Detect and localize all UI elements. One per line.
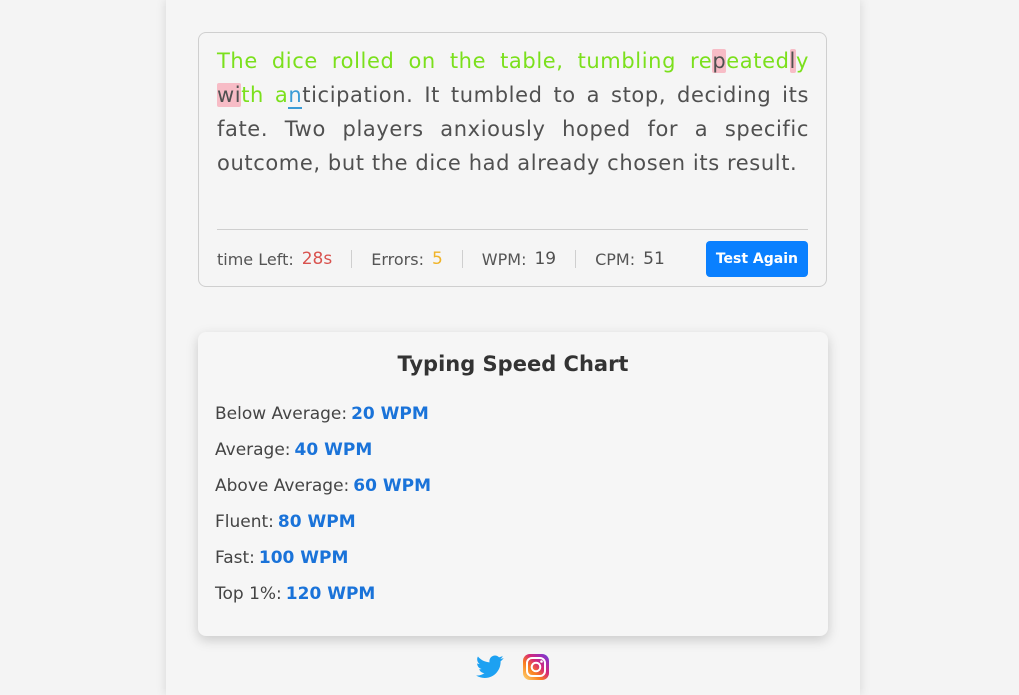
time-left-stat: time Left: 28s <box>217 249 332 269</box>
errors-stat: Errors: 5 <box>371 249 443 269</box>
text-segment-correct: The dice rolled on the table, tumbling r… <box>217 49 713 73</box>
chart-title: Typing Speed Chart <box>397 352 629 376</box>
speed-level-label: Fluent: <box>215 512 274 532</box>
wpm-label: WPM: <box>481 249 527 269</box>
text-segment-wrong: l <box>789 49 796 73</box>
social-links <box>166 653 860 681</box>
text-segment-correct: y <box>795 49 809 73</box>
stats-bar: time Left: 28s Errors: 5 WPM: 19 CPM: 51… <box>217 241 808 277</box>
speed-level-value: 100 WPM <box>258 548 349 568</box>
text-segment-pending: ticipation. It tumbled to a stop, decidi… <box>217 83 809 175</box>
errors-label: Errors: <box>371 249 424 269</box>
text-segment-active: n <box>288 83 303 109</box>
cpm-value: 51 <box>643 249 665 269</box>
speed-level-label: Average: <box>215 440 291 460</box>
speed-level-value: 120 WPM <box>285 584 376 604</box>
speed-level-label: Fast: <box>215 548 255 568</box>
text-segment-wrong: p <box>712 49 727 73</box>
divider <box>217 229 808 230</box>
typing-speed-chart: Typing Speed Chart Below Average: 20 WPM … <box>198 332 828 636</box>
twitter-icon[interactable] <box>476 653 504 681</box>
speed-level-value: 20 WPM <box>351 404 429 424</box>
cpm-label: CPM: <box>595 249 636 269</box>
stat-separator <box>575 250 577 268</box>
speed-level-value: 60 WPM <box>353 476 432 496</box>
typing-text[interactable]: The dice rolled on the table, tumbling r… <box>217 44 809 180</box>
test-again-button[interactable]: Test Again <box>705 241 808 277</box>
speed-level-item: Average: 40 WPM <box>215 440 431 476</box>
instagram-icon[interactable] <box>522 653 550 681</box>
speed-level-label: Below Average: <box>215 404 348 424</box>
speed-level-item: Above Average: 60 WPM <box>215 476 431 512</box>
wpm-stat: WPM: 19 <box>482 249 556 269</box>
time-left-value: 28s <box>301 249 333 269</box>
speed-level-value: 40 WPM <box>294 440 373 460</box>
time-left-label: time Left: <box>217 249 294 269</box>
wpm-value: 19 <box>534 249 557 269</box>
text-segment-correct: eated <box>726 49 790 73</box>
main-column: The dice rolled on the table, tumbling r… <box>166 0 860 695</box>
speed-level-item: Top 1%: 120 WPM <box>215 584 431 620</box>
speed-level-list: Below Average: 20 WPM Average: 40 WPM Abov… <box>215 404 431 620</box>
text-segment-wrong: wi <box>217 83 242 107</box>
typing-test-box: The dice rolled on the table, tumbling r… <box>198 32 827 287</box>
speed-level-item: Below Average: 20 WPM <box>215 404 431 440</box>
stat-separator <box>351 250 353 268</box>
errors-value: 5 <box>431 249 443 269</box>
speed-level-item: Fast: 100 WPM <box>215 548 431 584</box>
speed-level-item: Fluent: 80 WPM <box>215 512 431 548</box>
speed-level-label: Top 1%: <box>215 584 282 604</box>
speed-level-value: 80 WPM <box>277 512 356 532</box>
text-segment-correct: th a <box>241 83 289 107</box>
cpm-stat: CPM: 51 <box>595 249 665 269</box>
speed-level-label: Above Average: <box>215 476 350 496</box>
stat-separator <box>461 250 463 268</box>
